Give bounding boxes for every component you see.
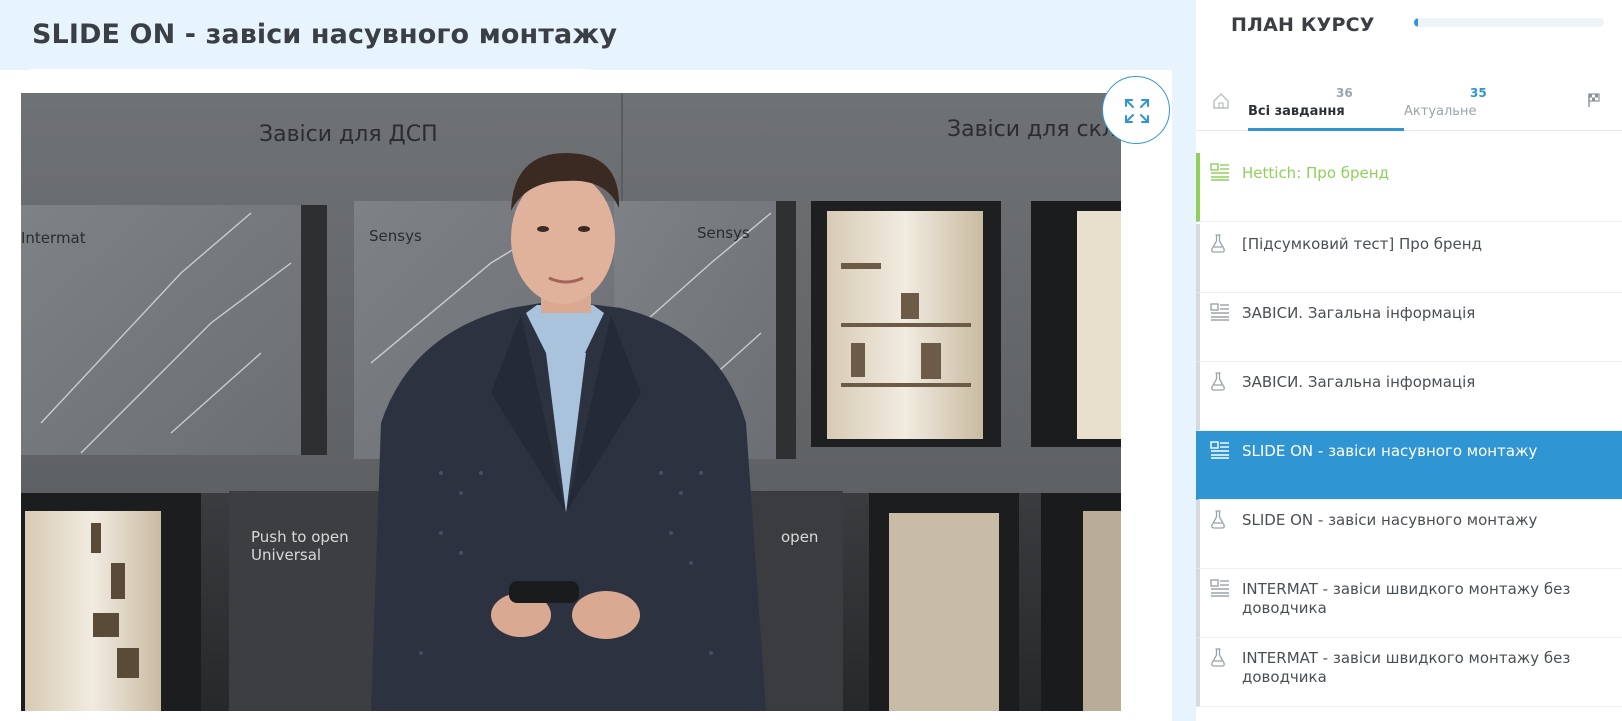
tab-actual-count: 35 xyxy=(1470,86,1487,100)
test-flask-icon xyxy=(1210,648,1226,672)
lesson-icon xyxy=(1210,163,1230,185)
finish-flag-icon xyxy=(1588,93,1600,107)
fullscreen-button[interactable] xyxy=(1102,76,1170,144)
course-item-label: SLIDE ON - завіси насувного монтажу xyxy=(1242,511,1538,529)
course-item-label: INTERMAT - завіси швидкого монтажу без д… xyxy=(1242,580,1571,617)
course-item[interactable]: INTERMAT - завіси швидкого монтажу без д… xyxy=(1196,569,1622,638)
title-bar: SLIDE ON - завіси насувного монтажу xyxy=(0,0,1196,70)
lesson-icon xyxy=(1210,303,1230,325)
test-flask-icon xyxy=(1210,372,1226,396)
course-item-label: SLIDE ON - завіси насувного монтажу xyxy=(1242,442,1538,460)
course-item[interactable]: [Підсумковий тест] Про бренд xyxy=(1196,224,1622,293)
course-item[interactable]: SLIDE ON - завіси насувного монтажу xyxy=(1196,500,1622,569)
course-progress-fill xyxy=(1414,18,1418,27)
main-scrollbar[interactable] xyxy=(1180,0,1196,721)
scene-text-open: open xyxy=(781,528,818,546)
test-flask-icon xyxy=(1210,234,1226,258)
tab-all-tasks-label: Всі завдання xyxy=(1248,104,1345,119)
course-plan-title: ПЛАН КУРСУ xyxy=(1231,14,1375,36)
course-item[interactable]: INTERMAT - завіси швидкого монтажу без д… xyxy=(1196,638,1622,707)
scene-text-intermat: Intermat xyxy=(21,229,86,247)
course-item-label: ЗАВІСИ. Загальна інформація xyxy=(1242,373,1476,391)
video-player[interactable]: Завіси для ДСП Завіси для скла Intermat … xyxy=(21,93,1121,711)
course-item-label: INTERMAT - завіси швидкого монтажу без д… xyxy=(1242,649,1571,686)
course-plan-sidebar: ПЛАН КУРСУ 36 Всі завдання 35 Актуальне xyxy=(1196,0,1622,721)
lesson-icon xyxy=(1210,579,1230,601)
scene-text-sensys-1: Sensys xyxy=(369,227,422,245)
course-item-label: Hettich: Про бренд xyxy=(1242,164,1389,182)
main-content: SLIDE ON - завіси насувного монтажу Заві… xyxy=(0,0,1196,721)
tab-all-tasks-count: 36 xyxy=(1336,86,1353,100)
test-flask-icon xyxy=(1210,510,1226,534)
home-icon xyxy=(1213,93,1229,109)
tab-all-tasks[interactable]: 36 Всі завдання xyxy=(1248,78,1404,131)
tab-actual[interactable]: 35 Актуальне xyxy=(1404,78,1544,130)
scene-text-universal: Universal xyxy=(251,546,321,564)
course-item[interactable]: Hettich: Про бренд xyxy=(1196,153,1622,222)
expand-icon xyxy=(1125,99,1149,123)
tab-actual-label: Актуальне xyxy=(1404,104,1477,119)
scene-text-sensys-2: Sensys xyxy=(697,224,750,242)
course-item[interactable]: ЗАВІСИ. Загальна інформація xyxy=(1196,362,1622,431)
course-tabs: 36 Всі завдання 35 Актуальне xyxy=(1196,70,1622,131)
scene-text-push-to-open: Push to open xyxy=(251,528,349,546)
course-item[interactable]: SLIDE ON - завіси насувного монтажу xyxy=(1196,431,1622,500)
lesson-icon xyxy=(1210,441,1230,463)
video-frame: Завіси для ДСП Завіси для скла Intermat … xyxy=(21,93,1121,711)
scene-text-dsp: Завіси для ДСП xyxy=(259,122,438,147)
tab-home[interactable] xyxy=(1212,92,1230,114)
course-item[interactable]: ЗАВІСИ. Загальна інформація xyxy=(1196,293,1622,362)
course-progress-bar xyxy=(1414,18,1604,27)
scene-text-glass: Завіси для скла xyxy=(947,117,1121,142)
course-task-list: Hettich: Про бренд [Підсумковий тест] Пр… xyxy=(1196,153,1622,721)
active-tab-indicator xyxy=(1248,128,1404,131)
tab-finish[interactable] xyxy=(1586,92,1602,112)
course-item-label: [Підсумковий тест] Про бренд xyxy=(1242,235,1482,253)
course-item-label: ЗАВІСИ. Загальна інформація xyxy=(1242,304,1476,322)
page-title: SLIDE ON - завіси насувного монтажу xyxy=(32,19,618,50)
